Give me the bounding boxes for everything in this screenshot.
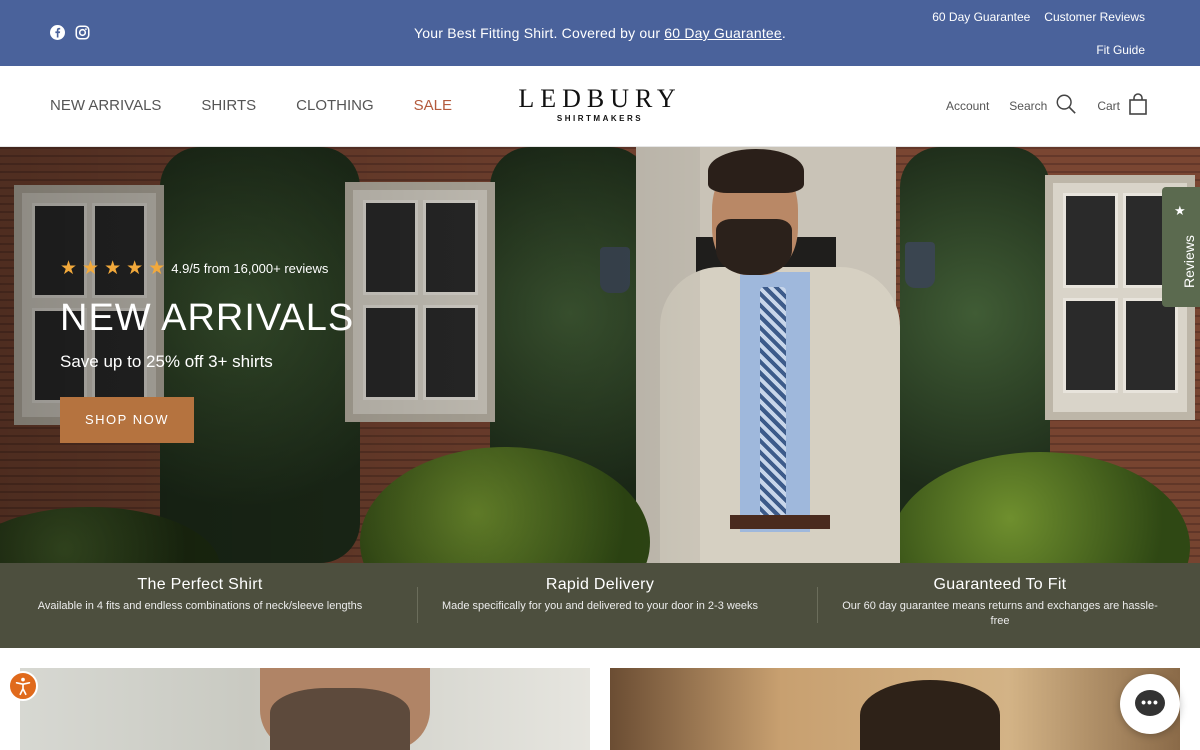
features-band: The Perfect Shirt Available in 4 fits an…: [0, 563, 1200, 648]
rating-text: 4.9/5 from 16,000+ reviews: [171, 261, 329, 276]
promo-end: .: [781, 25, 786, 41]
search-icon: [1055, 93, 1077, 118]
chat-dots: •••: [1141, 694, 1159, 710]
hero-title: NEW ARRIVALS: [60, 297, 355, 339]
hero-banner[interactable]: ★ ★ ★ ★ ★ 4.9/5 from 16,000+ reviews NEW…: [0, 147, 1200, 563]
cart-label: Cart: [1097, 98, 1120, 113]
feature-rapid-delivery: Rapid Delivery Made specifically for you…: [400, 563, 800, 648]
utility-links: 60 Day Guarantee Customer Reviews Fit Gu…: [932, 9, 1145, 58]
star-icon: ★: [1174, 203, 1186, 218]
chat-button[interactable]: •••: [1120, 674, 1180, 734]
star-icon: ★: [148, 258, 166, 279]
account-label: Account: [945, 98, 990, 113]
promo-text: Your Best Fitting Shirt. Covered by our: [414, 25, 665, 41]
model-photo-right: [860, 680, 1000, 750]
reviews-side-tab[interactable]: ★ Reviews: [1162, 187, 1200, 307]
category-card-right[interactable]: [610, 668, 1180, 750]
account-link[interactable]: Account: [946, 99, 989, 113]
rating-summary[interactable]: ★ ★ ★ ★ ★ 4.9/5 from 16,000+ reviews: [60, 259, 354, 278]
customer-reviews-link[interactable]: Customer Reviews: [1044, 9, 1145, 25]
guarantee-top-link[interactable]: 60 Day Guarantee: [932, 9, 1030, 25]
shopping-bag-icon: [1128, 93, 1148, 118]
site-header: NEW ARRIVALS SHIRTS CLOTHING SALE LEDBUR…: [0, 66, 1200, 147]
star-icon: ★: [60, 258, 78, 279]
rating-stars: ★ ★ ★ ★ ★: [60, 259, 165, 278]
feature-text: Made specifically for you and delivered …: [441, 600, 759, 612]
feature-text: Our 60 day guarantee means returns and e…: [842, 600, 1158, 627]
feature-title: Guaranteed To Fit: [933, 576, 1067, 593]
feature-guaranteed-fit: Guaranteed To Fit Our 60 day guarantee m…: [800, 563, 1200, 648]
search-button[interactable]: Search: [1009, 93, 1077, 118]
cart-button[interactable]: Cart: [1097, 93, 1148, 118]
feature-title: The Perfect Shirt: [137, 576, 263, 593]
guarantee-link[interactable]: 60 Day Guarantee: [664, 25, 782, 41]
shop-now-button[interactable]: SHOP NOW: [60, 397, 194, 443]
fit-guide-link[interactable]: Fit Guide: [1096, 43, 1145, 57]
feature-text: Available in 4 fits and endless combinat…: [37, 600, 363, 612]
announcement-bar: Your Best Fitting Shirt. Covered by our …: [0, 0, 1200, 66]
star-icon: ★: [82, 258, 100, 279]
accessibility-icon[interactable]: [8, 671, 38, 701]
feature-title: Rapid Delivery: [545, 576, 655, 593]
star-icon: ★: [104, 258, 122, 279]
feature-perfect-shirt: The Perfect Shirt Available in 4 fits an…: [0, 563, 400, 648]
model-beard: [270, 688, 410, 750]
header-utilities: Account Search Cart: [946, 93, 1148, 118]
reviews-tab-label: Reviews: [1181, 235, 1197, 288]
category-card-left[interactable]: [20, 668, 590, 750]
star-icon: ★: [126, 258, 144, 279]
hero-subtitle: Save up to 25% off 3+ shirts: [60, 352, 273, 371]
search-label: Search: [1009, 98, 1048, 113]
hero-copy: ★ ★ ★ ★ ★ 4.9/5 from 16,000+ reviews NEW…: [60, 259, 354, 443]
